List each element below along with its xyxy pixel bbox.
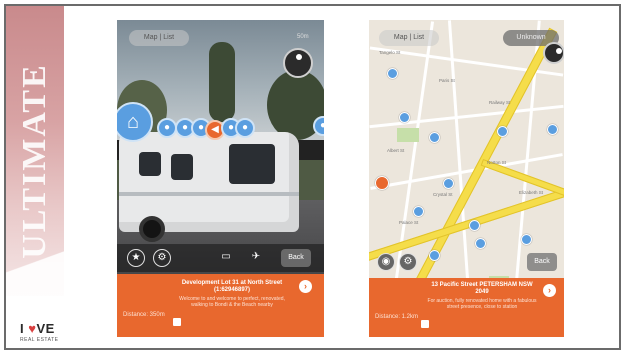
property-title: Development Lot 31 at North Street (1:62… bbox=[181, 280, 283, 293]
map-pin[interactable] bbox=[413, 206, 424, 217]
property-distance: Distance: 1.2km bbox=[375, 314, 419, 320]
street-label: Albert St bbox=[387, 148, 405, 153]
sidebar-divider bbox=[6, 231, 64, 301]
slide: ULTIMATE I ♥VE REAL ESTATE Map | List 50… bbox=[0, 0, 625, 354]
property-info-panel[interactable]: 13 Pacific Street PETERSHAM NSW 2049 For… bbox=[369, 278, 564, 337]
plane-icon[interactable]: ✈ bbox=[247, 249, 265, 267]
photo-icon bbox=[173, 318, 181, 326]
map-pin[interactable] bbox=[387, 68, 398, 79]
poi-marker[interactable]: ● bbox=[235, 118, 255, 138]
map-pin[interactable] bbox=[521, 234, 532, 245]
logo-main-pre: I bbox=[20, 321, 29, 336]
layers-icon[interactable]: ▭ bbox=[217, 249, 235, 267]
settings-icon[interactable]: ⚙ bbox=[399, 253, 417, 271]
map-park bbox=[397, 128, 419, 142]
street-label: Norton St bbox=[487, 160, 507, 165]
tree-image bbox=[209, 42, 235, 122]
property-title: 13 Pacific Street PETERSHAM NSW 2049 bbox=[431, 282, 533, 295]
vertical-title-text: ULTIMATE bbox=[16, 63, 53, 259]
compass-icon[interactable] bbox=[283, 48, 313, 78]
logo-main-post: VE bbox=[36, 321, 55, 336]
van-window bbox=[171, 154, 193, 180]
brand-logo: I ♥VE REAL ESTATE bbox=[20, 322, 64, 348]
back-button[interactable]: Back bbox=[281, 249, 311, 267]
van-window bbox=[229, 144, 275, 184]
street-label: Palace St bbox=[399, 220, 419, 225]
van-stripe bbox=[119, 192, 299, 196]
street-label: Railway St bbox=[489, 100, 511, 105]
map-pin[interactable] bbox=[399, 112, 410, 123]
back-button[interactable]: Back bbox=[527, 253, 557, 271]
compass-distance: 50m bbox=[297, 34, 309, 40]
street-label: Tangelo St bbox=[379, 50, 401, 55]
chevron-right-icon[interactable]: › bbox=[543, 284, 556, 297]
photo-icon bbox=[421, 320, 429, 328]
chevron-right-icon[interactable]: › bbox=[299, 280, 312, 293]
street-label: Paris St bbox=[439, 78, 455, 83]
view-toggle[interactable]: Map | List bbox=[129, 30, 189, 46]
map-pin[interactable] bbox=[469, 220, 480, 231]
property-info-panel[interactable]: Development Lot 31 at North Street (1:62… bbox=[117, 274, 324, 337]
camera-toolbar: ★ ⚙ ▭ ✈ Back bbox=[117, 244, 324, 272]
property-distance: Distance: 350m bbox=[123, 312, 165, 318]
gear-icon[interactable]: ⚙ bbox=[153, 249, 171, 267]
view-toggle[interactable]: Map | List bbox=[379, 30, 439, 46]
map-pin[interactable] bbox=[497, 126, 508, 137]
compass-icon[interactable] bbox=[543, 42, 564, 64]
van-window bbox=[139, 152, 161, 176]
map-pin[interactable] bbox=[443, 178, 454, 189]
street-label: Elizabeth St bbox=[519, 190, 544, 195]
map-toolbar: ◉ ⚙ Back bbox=[369, 248, 564, 276]
sidebar: ULTIMATE I ♥VE REAL ESTATE bbox=[6, 6, 64, 348]
map-pin[interactable] bbox=[547, 124, 558, 135]
logo-wordmark: I ♥VE bbox=[20, 322, 64, 335]
selected-location-pin[interactable] bbox=[375, 176, 389, 190]
camera-icon[interactable]: ◉ bbox=[377, 253, 395, 271]
van-wheel bbox=[139, 216, 165, 242]
logo-subtitle: REAL ESTATE bbox=[20, 337, 59, 343]
property-description: Welcome to and welcome to perfect, renov… bbox=[179, 296, 285, 308]
property-description: For auction, fully renovated home with a… bbox=[427, 298, 537, 310]
star-icon[interactable]: ★ bbox=[127, 249, 145, 267]
poi-marker[interactable]: ● bbox=[157, 118, 177, 138]
phone-camera-view: Map | List 50m ⌂ ● ● ● ◀ ● ● ● ★ ⚙ ▭ ✈ B… bbox=[117, 20, 324, 337]
map-pin[interactable] bbox=[429, 132, 440, 143]
phone-map-view: Tangelo St Paris St Railway St Albert St… bbox=[369, 20, 564, 337]
street-label: Crystal St bbox=[433, 192, 453, 197]
